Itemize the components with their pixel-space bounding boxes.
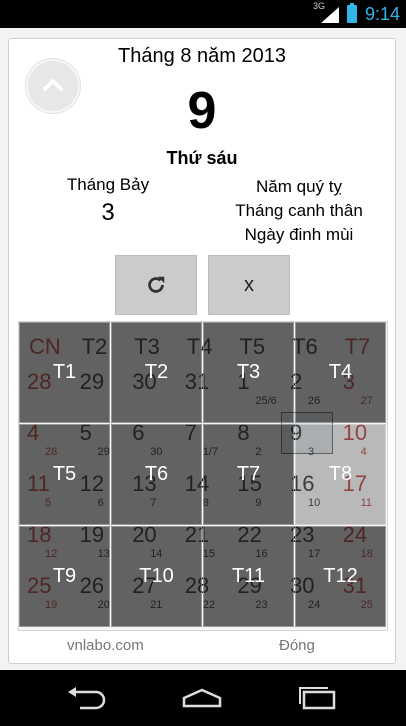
lunar-month-block: Tháng Bảy 3: [53, 175, 163, 227]
screen: Tháng 8 năm 2013 9 Thứ sáu Tháng Bảy 3 N…: [0, 28, 406, 670]
month-tile[interactable]: T11: [203, 526, 294, 627]
month-year-title: Tháng 8 năm 2013: [118, 45, 286, 67]
lunar-month-name: Tháng canh thân: [235, 201, 363, 220]
month-tile[interactable]: T7: [203, 424, 294, 525]
footer: vnlabo.com Đóng: [9, 637, 395, 661]
month-tile[interactable]: T1: [19, 322, 110, 423]
month-tile[interactable]: T8: [295, 424, 386, 525]
refresh-icon: [148, 276, 165, 293]
signal-icon: 3G: [313, 1, 339, 23]
month-tile[interactable]: T6: [111, 424, 202, 525]
lunar-info-block: Năm quý tỵ Tháng canh thân Ngày đinh mùi: [219, 175, 379, 247]
lunar-month-label: Tháng Bảy: [66, 175, 150, 194]
close-link[interactable]: Đóng: [279, 637, 315, 654]
website-link[interactable]: vnlabo.com: [67, 637, 144, 654]
back-icon[interactable]: [66, 686, 110, 710]
month-tile[interactable]: T5: [19, 424, 110, 525]
lunar-year: Năm quý tỵ: [256, 177, 342, 196]
month-tile[interactable]: T10: [111, 526, 202, 627]
calendar-dialog: Tháng 8 năm 2013 9 Thứ sáu Tháng Bảy 3 N…: [8, 38, 396, 664]
status-bar: 3G 9:14: [0, 0, 406, 28]
battery-icon: [346, 3, 357, 23]
home-icon[interactable]: [180, 686, 224, 710]
close-x-button[interactable]: x: [208, 255, 290, 315]
month-tile[interactable]: T2: [111, 322, 202, 423]
month-grid: CNT2T3T4T5T6T728293031123456789101112131…: [18, 321, 388, 631]
lunar-month-number: 3: [101, 199, 115, 226]
month-tile[interactable]: T3: [203, 322, 294, 423]
month-tile[interactable]: T4: [295, 322, 386, 423]
month-tile[interactable]: T9: [19, 526, 110, 627]
refresh-button[interactable]: [115, 255, 197, 315]
selected-day: 9: [187, 82, 217, 140]
recents-icon[interactable]: [296, 686, 340, 710]
lunar-day-name: Ngày đinh mùi: [244, 225, 354, 244]
weekday-label: Thứ sáu: [166, 148, 238, 168]
nav-bar: [0, 670, 406, 726]
status-time: 9:14: [364, 3, 400, 24]
month-tile[interactable]: T12: [295, 526, 386, 627]
